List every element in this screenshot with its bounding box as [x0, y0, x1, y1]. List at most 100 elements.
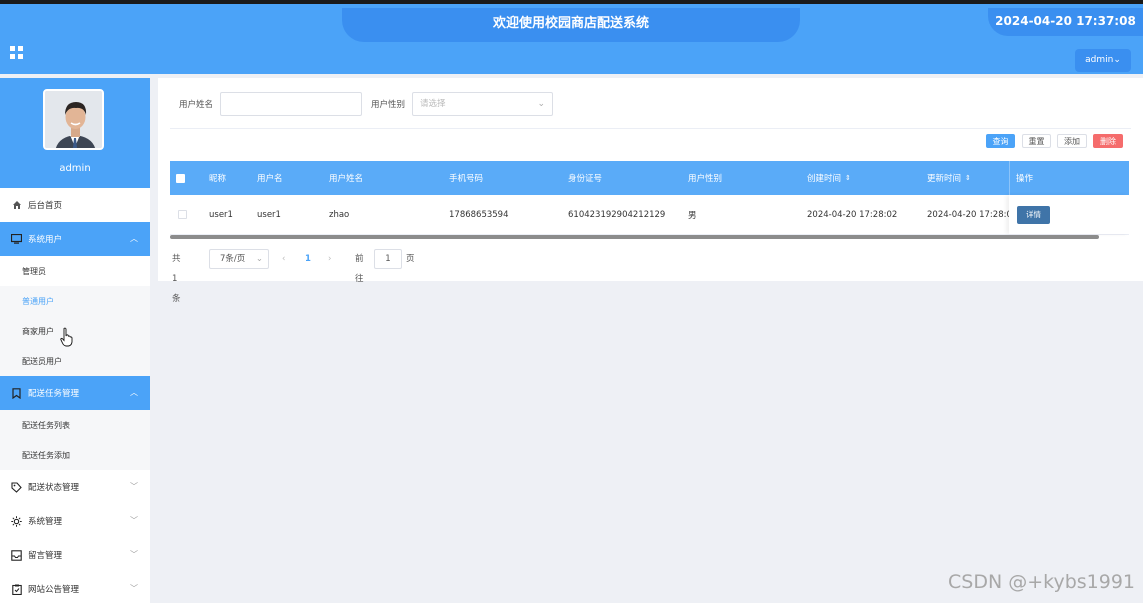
menu-item-label: 网站公告管理: [28, 585, 80, 595]
gender-select[interactable]: 请选择 ⌄: [412, 92, 553, 116]
col-gender: 用户性别: [688, 174, 723, 184]
col-created[interactable]: 创建时间 ⇕: [807, 161, 851, 195]
next-page-icon[interactable]: ›: [328, 249, 331, 269]
bookmark-icon: [11, 387, 22, 399]
menu-item-label: 系统用户: [28, 235, 63, 245]
add-button[interactable]: 添加: [1057, 134, 1087, 148]
hand-cursor-icon: [60, 327, 73, 347]
sidebar-item-courier-users[interactable]: 配送员用户: [0, 346, 150, 376]
gender-placeholder: 请选择: [420, 99, 446, 109]
detail-button[interactable]: 详情: [1017, 206, 1050, 224]
menu-item-label: 留言管理: [28, 551, 63, 561]
col-created-label: 创建时间: [807, 174, 842, 184]
monitor-icon: [11, 234, 22, 245]
chevron-down-icon: ﹀: [130, 516, 138, 525]
clipboard-icon: [11, 584, 22, 595]
cell-username: user1: [257, 209, 281, 220]
row-select-cell: [178, 195, 187, 234]
goto-suffix: 页: [406, 254, 415, 264]
goto-page-input[interactable]: 1: [374, 249, 402, 269]
page-size-value: 7条/页: [220, 254, 246, 264]
col-updated[interactable]: 更新时间 ⇕: [927, 161, 971, 195]
goto-prefix: 前往: [355, 254, 364, 284]
name-label: 用户姓名: [179, 100, 214, 110]
watermark: CSDN @+kybs1991: [948, 571, 1136, 593]
table-header: 昵称 用户名 用户姓名 手机号码 身份证号 用户性别 创建时间 ⇕ 更新时间 ⇕ 操…: [170, 161, 1129, 195]
sidebar-item-admins[interactable]: 管理员: [0, 256, 150, 286]
menu-item-delivery-status[interactable]: 配送状态管理 ﹀: [0, 470, 150, 504]
prev-page-icon[interactable]: ‹: [282, 249, 285, 269]
cell-updated: 2024-04-20 17:28:02: [927, 209, 1018, 220]
col-username: 用户名: [257, 174, 283, 184]
sort-icon[interactable]: ⇕: [965, 174, 971, 182]
sort-icon[interactable]: ⇕: [845, 174, 851, 182]
col-phone: 手机号码: [449, 174, 484, 184]
avatar-portrait-icon: [45, 91, 102, 148]
cell-id-card: 610423192904212129: [568, 209, 666, 220]
pagination-total: 共 1 条: [172, 254, 181, 304]
profile-name: admin: [59, 163, 91, 174]
col-nickname: 昵称: [209, 174, 227, 184]
sidebar: admin 后台首页 系统用户 ︿ 管理员 普通用户 商家用户 配送员用户 配送…: [0, 78, 150, 603]
menu-item-label: 系统管理: [28, 517, 63, 527]
chevron-up-icon: ︿: [130, 388, 138, 397]
menu-item-system-management[interactable]: 系统管理 ﹀: [0, 504, 150, 538]
name-input[interactable]: [220, 92, 362, 116]
chevron-up-icon: ︿: [130, 234, 138, 243]
cell-realname: zhao: [329, 209, 350, 220]
select-all-cell: [176, 161, 185, 195]
divider: [170, 128, 1131, 129]
gender-label: 用户性别: [371, 100, 406, 110]
top-bar: 欢迎使用校园商店配送系统 2024-04-20 17:37:08 admin⌄: [0, 0, 1143, 74]
table-row: user1 user1 zhao 17868653594 61042319290…: [170, 195, 1129, 235]
chevron-down-icon: ⌄: [255, 254, 263, 264]
profile-card: admin: [0, 78, 150, 188]
reset-button[interactable]: 重置: [1022, 134, 1051, 148]
cell-created: 2024-04-20 17:28:02: [807, 209, 898, 220]
sidebar-item-regular-users[interactable]: 普通用户: [0, 286, 150, 316]
inbox-icon: [11, 549, 22, 561]
datetime-display: 2024-04-20 17:37:08: [988, 8, 1143, 36]
row-actions-cell: 详情: [1009, 195, 1129, 234]
search-form: 用户姓名 用户性别 请选择 ⌄: [158, 92, 1143, 116]
chevron-down-icon: ﹀: [130, 584, 138, 593]
menu-item-home[interactable]: 后台首页: [0, 188, 150, 222]
menu-item-label: 后台首页: [28, 201, 63, 211]
query-button[interactable]: 查询: [986, 134, 1015, 148]
col-id-card: 身份证号: [568, 174, 603, 184]
avatar: [43, 89, 104, 150]
page-number-current[interactable]: 1: [305, 249, 311, 269]
horizontal-scrollbar[interactable]: [170, 235, 1099, 239]
user-menu-label: admin: [1085, 55, 1114, 65]
select-all-checkbox[interactable]: [176, 173, 185, 183]
user-menu-button[interactable]: admin⌄: [1075, 49, 1131, 72]
cell-phone: 17868653594: [449, 209, 509, 220]
menu-item-label: 配送任务管理: [28, 389, 80, 399]
menu-item-system-users[interactable]: 系统用户 ︿: [0, 222, 150, 256]
home-icon: [11, 200, 22, 211]
chevron-down-icon: ⌄: [1113, 55, 1121, 65]
col-actions-header: 操作: [1009, 161, 1129, 195]
row-checkbox[interactable]: [178, 210, 187, 219]
chevron-down-icon: ﹀: [130, 482, 138, 491]
sidebar-item-task-add[interactable]: 配送任务添加: [0, 440, 150, 470]
menu-item-messages[interactable]: 留言管理 ﹀: [0, 538, 150, 572]
page-size-select[interactable]: 7条/页 ⌄: [209, 249, 269, 269]
col-actions: 操作: [1016, 174, 1034, 184]
users-table: 昵称 用户名 用户姓名 手机号码 身份证号 用户性别 创建时间 ⇕ 更新时间 ⇕ 操…: [170, 161, 1129, 235]
menu-item-delivery-tasks[interactable]: 配送任务管理 ︿: [0, 376, 150, 410]
grid-icon[interactable]: [10, 46, 23, 59]
menu-item-announcements[interactable]: 网站公告管理 ﹀: [0, 572, 150, 603]
delete-button[interactable]: 删除: [1093, 134, 1123, 148]
sun-icon: [11, 515, 22, 527]
col-updated-label: 更新时间: [927, 174, 962, 184]
chevron-down-icon: ﹀: [130, 550, 138, 559]
page-title: 欢迎使用校园商店配送系统: [342, 8, 800, 42]
tag-icon: [11, 481, 22, 493]
sidebar-item-task-list[interactable]: 配送任务列表: [0, 410, 150, 440]
col-realname: 用户姓名: [329, 174, 364, 184]
cell-gender: 男: [688, 210, 697, 221]
main-panel: 用户姓名 用户性别 请选择 ⌄ 查询 重置 添加 删除 昵称 用户名 用户姓名 …: [158, 78, 1143, 304]
menu-item-label: 配送状态管理: [28, 483, 80, 493]
sidebar-item-merchant-users[interactable]: 商家用户: [0, 316, 150, 346]
